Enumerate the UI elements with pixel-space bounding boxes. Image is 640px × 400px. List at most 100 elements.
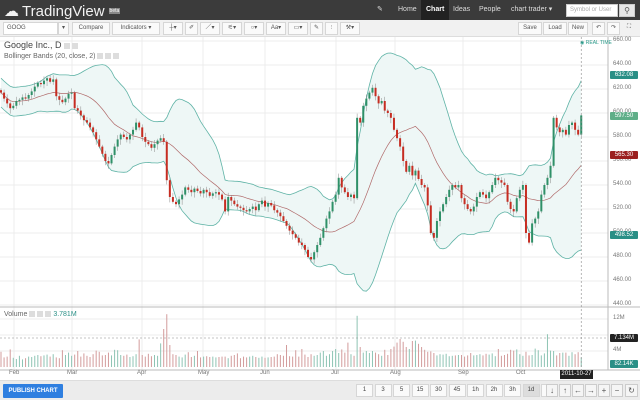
candle-body [128, 134, 131, 140]
range-button-3h[interactable]: 3h [504, 384, 521, 397]
volume-bar [488, 354, 490, 367]
bb-settings-icon[interactable] [97, 53, 104, 60]
publish-chart-button[interactable]: PUBLISH CHART [3, 384, 63, 398]
pencil-icon[interactable]: ✎ [372, 0, 388, 20]
bb-close-icon[interactable] [113, 53, 120, 60]
volume-bar [341, 349, 343, 367]
range-button-3[interactable]: 3 [374, 384, 392, 397]
range-button-30[interactable]: 30 [430, 384, 447, 397]
nav-home[interactable]: Home [393, 0, 422, 20]
range-button-45[interactable]: 45 [448, 384, 466, 397]
eraser-icon[interactable]: ✐ [185, 22, 198, 35]
scroll-left-icon[interactable]: ← [572, 384, 584, 397]
nav-people[interactable]: People [474, 0, 506, 20]
scroll-up-icon[interactable]: ↑ [559, 384, 571, 397]
search-icon[interactable]: ⚲ [619, 4, 635, 17]
range-button-15[interactable]: 15 [411, 384, 429, 397]
nav-ideas[interactable]: Ideas [448, 0, 475, 20]
candle-body [500, 180, 503, 183]
candle-body [469, 209, 472, 212]
volume-tick: 12M [613, 315, 625, 321]
volume-bar [111, 355, 113, 367]
zoom-out-icon[interactable]: − [611, 384, 623, 397]
range-button-1d[interactable]: 1d [522, 384, 540, 397]
candle-body [76, 108, 79, 111]
undo-icon[interactable]: ↶ [592, 22, 605, 35]
compare-button[interactable]: Compare [72, 22, 110, 35]
volume-bar [101, 355, 103, 367]
search-input[interactable]: Symbol or User [566, 4, 618, 17]
hide-icon[interactable] [71, 42, 78, 49]
ellipse-icon[interactable]: ○▾ [244, 22, 264, 35]
volume-bar [46, 354, 48, 367]
wrench-icon[interactable]: ⚒▾ [340, 22, 360, 35]
logo[interactable]: ☁ TradingView beta [4, 2, 121, 20]
range-button-5[interactable]: 5 [393, 384, 410, 397]
indicators-button[interactable]: Indicators ▾ [112, 22, 160, 35]
callout-icon[interactable]: ▭▾ [288, 22, 308, 35]
range-button-1h[interactable]: 1h [467, 384, 484, 397]
brush-icon[interactable]: ✎ [310, 22, 323, 35]
price-chart[interactable] [0, 37, 640, 380]
trendline-icon[interactable]: ／▾ [200, 22, 220, 35]
candle-body [491, 185, 494, 193]
save-button[interactable]: Save [518, 22, 542, 35]
candle-body [248, 209, 251, 212]
candle-body [162, 138, 165, 142]
bb-hide-icon[interactable] [105, 53, 112, 60]
zoom-in-icon[interactable]: + [598, 384, 610, 397]
volume-bar [402, 341, 404, 367]
volume-bar [154, 355, 155, 367]
candle-body [15, 101, 18, 106]
candle-body [242, 207, 245, 211]
volume-bar [157, 355, 159, 367]
candle-body [239, 206, 242, 208]
indicator-add-icon[interactable]: ⫶ [325, 22, 338, 35]
candle-body [67, 93, 70, 99]
volume-bar [371, 351, 373, 367]
settings-icon[interactable] [63, 42, 70, 49]
candle-body [445, 197, 448, 205]
candle-body [319, 237, 322, 245]
volume-close-icon[interactable] [45, 311, 52, 318]
load-button[interactable]: Load [543, 22, 567, 35]
volume-bar [408, 349, 410, 367]
range-button-2h[interactable]: 2h [485, 384, 503, 397]
volume-bar [448, 356, 450, 367]
reset-icon[interactable]: ↻ [625, 384, 638, 397]
candle-body [362, 105, 365, 123]
symbol-dropdown-icon[interactable]: ▾ [58, 22, 69, 35]
candle-body [303, 245, 306, 250]
price-tick: 620.00 [613, 85, 632, 91]
fullscreen-icon[interactable]: ⛶ [622, 22, 636, 35]
fibonacci-icon[interactable]: ⚟▾ [222, 22, 242, 35]
scroll-right-icon[interactable]: → [585, 384, 597, 397]
volume-bar [454, 355, 456, 367]
candle-body [199, 191, 202, 194]
candle-body [374, 87, 377, 97]
new-button[interactable]: New [568, 22, 588, 35]
realtime-label: REAL TIME [585, 40, 612, 46]
volume-bar [384, 349, 386, 367]
symbol-input[interactable]: GOOG [3, 22, 58, 35]
candle-body [386, 110, 389, 113]
volume-hide-icon[interactable] [37, 311, 44, 318]
text-icon[interactable]: Aa▾ [266, 22, 286, 35]
crosshair-icon[interactable]: ┼▾ [163, 22, 183, 35]
redo-icon[interactable]: ↷ [607, 22, 620, 35]
candle-body [291, 230, 294, 235]
volume-bar [40, 356, 42, 367]
candle-body [52, 79, 55, 82]
volume-settings-icon[interactable] [29, 311, 36, 318]
volume-bar [68, 352, 70, 367]
candle-body [159, 138, 162, 141]
candle-body [39, 83, 42, 85]
candle-body [426, 187, 429, 206]
candle-body [217, 192, 220, 195]
volume-bar [540, 355, 542, 367]
nav-chart[interactable]: Chart [421, 0, 450, 20]
volume-bar [264, 357, 266, 367]
user-menu[interactable]: chart trader ▾ [506, 0, 557, 20]
range-button-1[interactable]: 1 [356, 384, 373, 397]
scroll-down-icon[interactable]: ↓ [546, 384, 558, 397]
